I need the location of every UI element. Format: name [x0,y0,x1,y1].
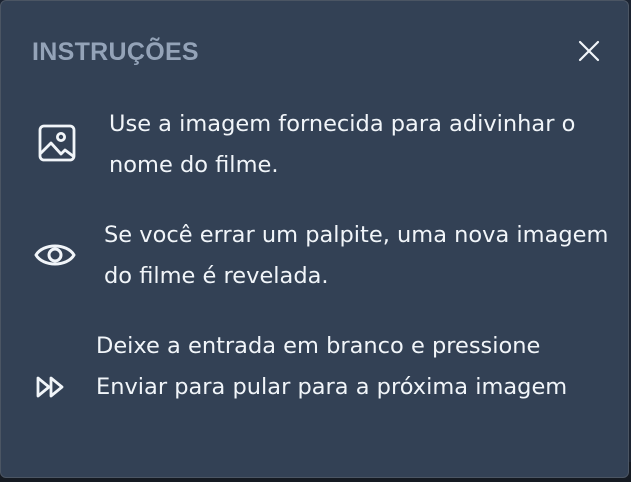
close-icon [578,40,600,62]
instruction-text-2: Se você errar um palpite, uma nova image… [104,222,609,289]
instruction-text-1: Use a imagem fornecida para adivinhar o … [109,111,576,178]
close-button[interactable] [573,35,605,67]
instructions-modal: INSTRUÇÕES Use a imagem fornecida para a… [0,0,629,478]
modal-title: INSTRUÇÕES [32,38,199,66]
image-icon [37,123,77,163]
fast-forward-icon [35,373,67,401]
instruction-text-3: Deixe a entrada em branco e pressione En… [96,333,568,400]
eye-icon [33,233,77,277]
